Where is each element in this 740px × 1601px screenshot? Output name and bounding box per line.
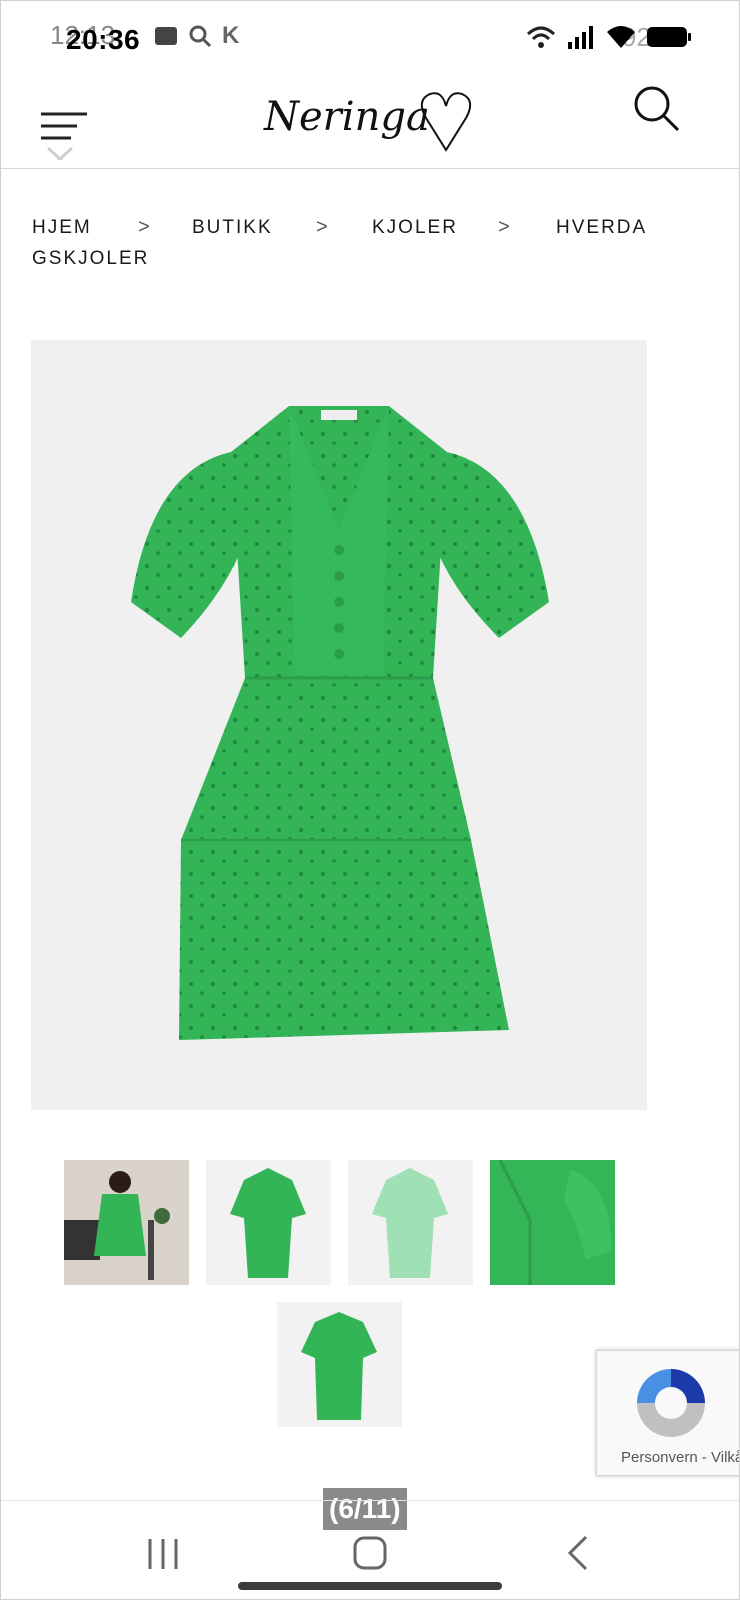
breadcrumb-separator: >	[138, 216, 152, 238]
menu-button[interactable]	[38, 90, 92, 172]
wifi-calling-icon	[526, 26, 556, 48]
breadcrumb-separator: >	[316, 216, 330, 238]
thumbnail-dress-green	[230, 1168, 306, 1278]
close-icon	[46, 146, 74, 172]
recent-apps-icon[interactable]	[146, 1537, 180, 1571]
thumbnail-4[interactable]	[490, 1160, 615, 1285]
breadcrumb-home[interactable]: HJEM	[32, 212, 92, 243]
breadcrumb-separator: >	[498, 216, 512, 238]
search-button[interactable]	[632, 84, 684, 136]
battery-icon	[647, 27, 691, 47]
recaptcha-badge[interactable]: Personvern - Vilkår	[596, 1350, 740, 1476]
logo-text: Neringa	[263, 94, 430, 140]
search-icon	[634, 86, 680, 132]
recaptcha-icon	[637, 1369, 705, 1437]
thumbnail-5[interactable]	[277, 1302, 402, 1427]
dress-image	[131, 406, 549, 1040]
home-indicator[interactable]	[238, 1582, 502, 1590]
thumbnail-1[interactable]	[64, 1160, 189, 1285]
breadcrumb-current-b: GSKJOLER	[32, 248, 150, 269]
wifi-icon	[607, 26, 635, 48]
thumbnail-model-image	[64, 1160, 189, 1285]
product-main-image[interactable]	[31, 340, 647, 1110]
site-header: Neringa	[0, 72, 740, 172]
thumbnail-2[interactable]	[206, 1160, 331, 1285]
back-icon[interactable]	[566, 1535, 590, 1571]
thumbnail-3[interactable]	[348, 1160, 473, 1285]
signal-icon	[568, 26, 593, 49]
home-icon[interactable]	[352, 1535, 388, 1571]
thumbnail-dress-closeup	[490, 1160, 615, 1285]
search-notification-icon	[189, 25, 212, 48]
breadcrumb-kjoler[interactable]: KJOLER	[372, 212, 458, 243]
thumbnail-dress-mint	[372, 1168, 448, 1278]
recaptcha-privacy-terms[interactable]: Personvern - Vilkår	[621, 1449, 740, 1466]
status-time: 20:36	[66, 24, 141, 55]
breadcrumb-current-a: HVERDA	[556, 217, 648, 238]
status-bar: 12:13 20:36 K 92%	[0, 0, 740, 72]
brand-logo[interactable]: Neringa	[258, 78, 488, 158]
thumbnail-dress-back	[301, 1312, 377, 1420]
gallery-notification-icon	[155, 27, 177, 45]
notification-icons: K	[154, 22, 239, 50]
breadcrumb-butikk[interactable]: BUTIKK	[192, 212, 273, 243]
k-notification-icon: K	[222, 22, 240, 49]
menu-icon	[41, 112, 87, 172]
logo-svg: Neringa	[263, 92, 472, 152]
system-icons	[526, 24, 692, 50]
